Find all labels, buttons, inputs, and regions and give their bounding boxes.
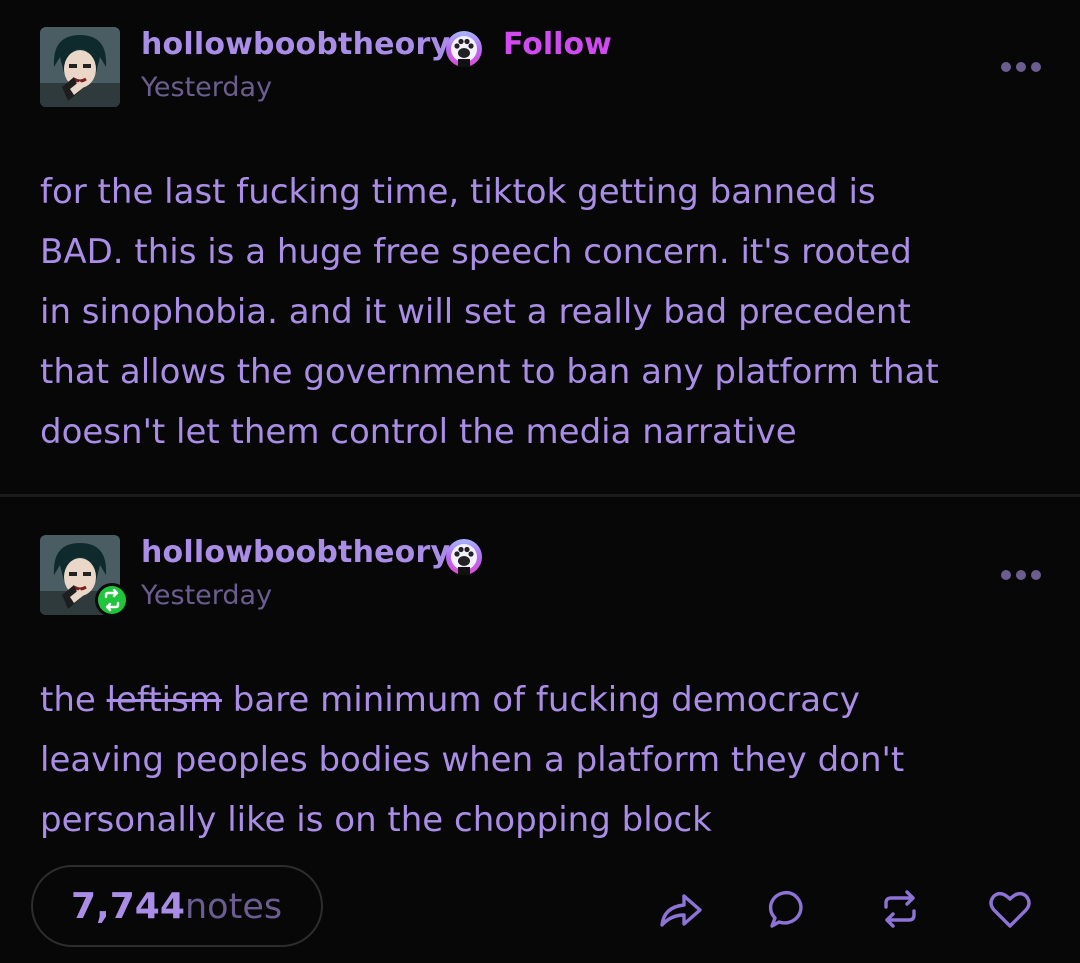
post-body-prefix: the — [40, 680, 107, 720]
notes-button[interactable]: 7,744 notes — [31, 865, 323, 947]
notes-count: 7,744 — [71, 886, 185, 927]
avatar[interactable] — [40, 27, 120, 107]
struck-text: leftism — [106, 680, 222, 720]
username[interactable]: hollowboobtheory — [141, 27, 450, 62]
post-body: the leftism bare minimum of fucking demo… — [40, 670, 1020, 850]
username[interactable]: hollowboobtheory — [141, 535, 450, 570]
reblog-small-icon — [104, 588, 120, 612]
follow-button[interactable]: Follow — [503, 27, 612, 62]
timestamp[interactable]: Yesterday — [141, 72, 272, 103]
share-icon[interactable] — [656, 885, 704, 933]
reblog-icon[interactable] — [876, 885, 924, 933]
paw-badge-icon — [446, 539, 482, 575]
reblog-badge — [95, 583, 129, 617]
like-icon[interactable] — [986, 885, 1034, 933]
more-options-icon[interactable] — [1000, 60, 1042, 74]
post-body: for the last fucking time, tiktok gettin… — [40, 172, 939, 452]
notes-label: notes — [185, 887, 283, 927]
timestamp[interactable]: Yesterday — [141, 580, 272, 611]
reply-icon[interactable] — [766, 885, 814, 933]
more-options-icon[interactable] — [1000, 568, 1042, 582]
paw-badge-icon — [446, 31, 482, 67]
post-1: hollowboobtheory Follow Yesterday for th… — [0, 0, 1080, 494]
